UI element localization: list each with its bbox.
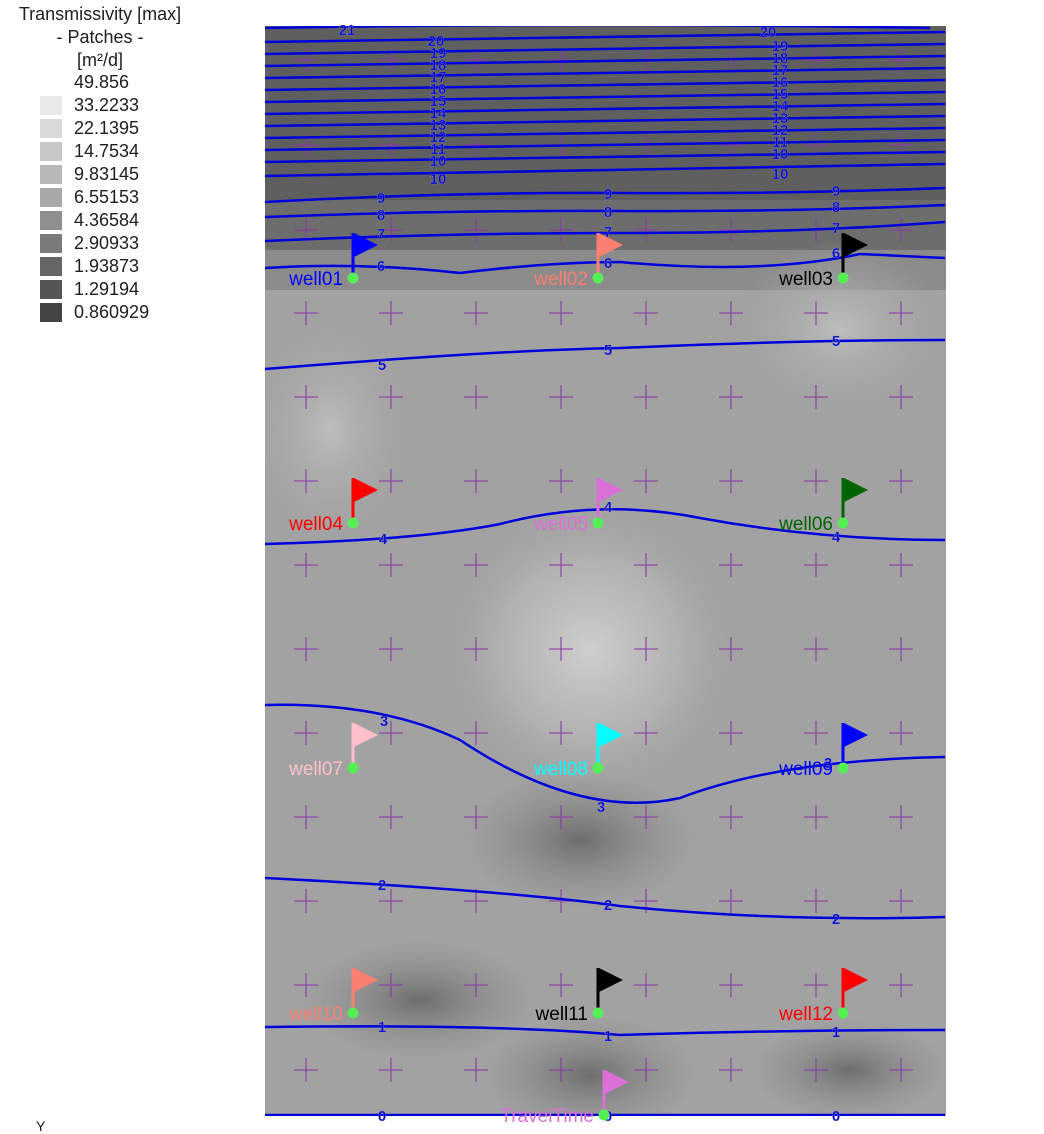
well-point	[592, 762, 604, 774]
contour-label: 3	[380, 713, 388, 730]
contour-label: 4	[604, 499, 613, 516]
well-point	[347, 272, 359, 284]
contour-label: 9	[604, 186, 612, 203]
well-point	[598, 1109, 610, 1121]
contour-label: 8	[377, 207, 385, 224]
contour-label: 1	[378, 1019, 386, 1036]
contour-label: 5	[832, 333, 840, 350]
well-point	[592, 1007, 604, 1019]
contour-label: 2	[832, 911, 840, 928]
well-label: well12	[778, 1004, 833, 1025]
contour-label: 2	[378, 877, 386, 894]
well-label: well08	[533, 759, 588, 780]
well-point	[837, 1007, 849, 1019]
contour-label: 1	[604, 1028, 612, 1045]
contour-label: 8	[832, 199, 840, 216]
well-label: well09	[778, 759, 833, 780]
well-point	[347, 1007, 359, 1019]
bottom-cut-label: Y	[36, 1118, 46, 1134]
well-point	[592, 272, 604, 284]
contour-label: 6	[832, 245, 840, 262]
well-point	[592, 517, 604, 529]
well-label: well06	[778, 514, 833, 535]
contour-label: 21	[339, 22, 356, 39]
contour-label: 0	[832, 1108, 840, 1125]
contour-label: 4	[832, 529, 841, 546]
contour-label: 5	[378, 357, 386, 374]
well-label: well07	[288, 759, 343, 780]
contour-label: 4	[379, 531, 388, 548]
contour-label: 10	[430, 153, 447, 170]
well-point	[837, 517, 849, 529]
well-label: well05	[533, 514, 588, 535]
well-label: well11	[535, 1004, 588, 1025]
contour-label: 0	[378, 1108, 386, 1125]
contour-label: 9	[377, 190, 385, 207]
well-point	[347, 517, 359, 529]
well-point	[347, 762, 359, 774]
contour-label: 5	[604, 342, 612, 359]
contour-label: 7	[832, 220, 840, 237]
well-label: well04	[288, 514, 343, 535]
contour-label: 1	[832, 1024, 840, 1041]
well-label: well10	[288, 1004, 343, 1025]
well-label: well02	[533, 269, 588, 290]
contour-label: 10	[772, 146, 789, 163]
well-label: well01	[288, 269, 343, 290]
transmissivity-map[interactable]: 21202019 1918 1817 1716 1615 1514 1413 1312 1211…	[0, 0, 1044, 1128]
contour-label: 6	[604, 255, 612, 272]
well-point	[837, 762, 849, 774]
well-label: well03	[778, 269, 833, 290]
contour-label: 8	[604, 204, 612, 221]
contour-label: 6	[377, 258, 385, 275]
contour-label: 7	[377, 226, 385, 243]
well-label: TravelTime	[500, 1106, 594, 1127]
contour-label: 3	[597, 799, 605, 816]
well-point	[837, 272, 849, 284]
contour-label: 10	[430, 171, 447, 188]
contour-label: 10	[772, 166, 789, 183]
contour-label: 9	[832, 183, 840, 200]
contour-label: 2	[604, 897, 612, 914]
